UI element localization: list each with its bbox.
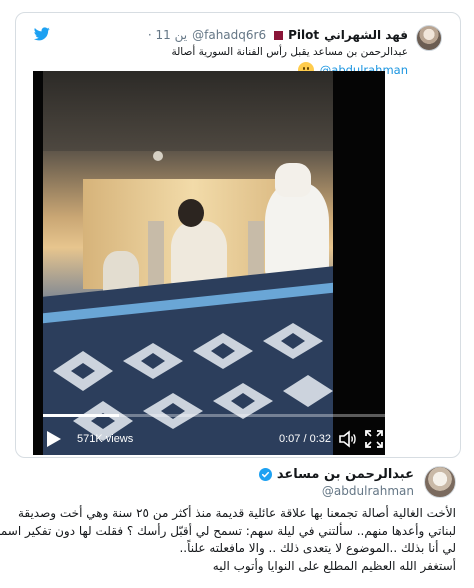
quoted-tweet-card[interactable]: فهد الشهراني Pilot @fahadq6r6 · 11 ين عب…: [15, 12, 461, 458]
pilot-label: Pilot: [288, 28, 320, 42]
tweet-time[interactable]: · 11 ين: [148, 28, 187, 42]
video-controls: 571K views 0:07 / 0:32: [33, 421, 385, 451]
author-name[interactable]: عبدالرحمن بن مساعد: [277, 467, 414, 482]
tweet-body: الأخت الغالية أصالة تجمعنا بها علاقة عائ…: [0, 505, 456, 575]
tweet-time-value: 11 ين: [155, 28, 188, 42]
tweet-body-line: الأخت الغالية أصالة تجمعنا بها علاقة عائ…: [17, 506, 456, 520]
video-frame: [43, 71, 333, 455]
quoted-handle[interactable]: @fahadq6r6: [192, 28, 266, 42]
author-name-row: عبدالرحمن بن مساعد: [258, 466, 414, 482]
author-row: عبدالرحمن بن مساعد @abdulrahman: [26, 466, 456, 502]
tweet-body-line: أستغفر الله العظيم المطلع على النوايا وأ…: [212, 558, 456, 573]
quoted-tweet-text: عبدالرحمن بن مساعد يقبل رأس الفنانة السو…: [171, 46, 408, 58]
author-avatar[interactable]: [424, 466, 456, 498]
play-icon[interactable]: [45, 431, 61, 447]
qatar-flag-icon: [271, 30, 284, 40]
quoted-display-name[interactable]: فهد الشهراني: [324, 28, 408, 42]
quoted-tweet-header: فهد الشهراني Pilot @fahadq6r6 · 11 ين: [148, 27, 408, 43]
view-count: 571K views: [77, 433, 134, 445]
quoted-user-avatar[interactable]: [416, 25, 442, 51]
tweet-body-line: لبناتي وأعدها منهم.. سألتني في ليلة سهم:…: [0, 523, 456, 538]
progress-bar[interactable]: [43, 414, 385, 417]
fullscreen-icon[interactable]: [365, 430, 383, 448]
twitter-bird-icon: [34, 27, 50, 41]
video-player[interactable]: 571K views 0:07 / 0:32: [33, 71, 385, 455]
volume-icon[interactable]: [339, 430, 357, 448]
author-handle[interactable]: @abdulrahman: [322, 484, 414, 498]
verified-badge-icon: [258, 467, 272, 481]
tweet-body-line: لي أنا بذلك ..الموضوع لا يتعدى ذلك .. وا…: [179, 541, 456, 555]
progress-fill: [43, 414, 120, 417]
timecode: 0:07 / 0:32: [279, 433, 331, 445]
